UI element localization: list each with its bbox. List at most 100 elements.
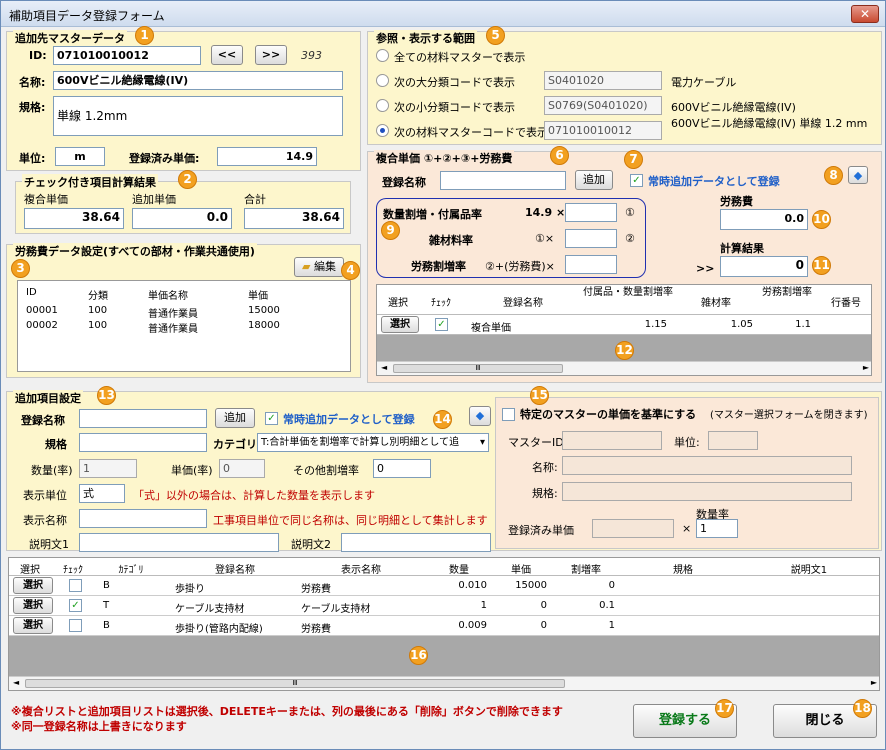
compound-grid-row[interactable]: 選択 ✓ 複合単価 1.15 1.05 1.1 [377,315,871,335]
qty-field[interactable]: 1 [79,459,137,478]
desc1-field[interactable] [79,533,279,552]
radio-master-code[interactable] [376,124,389,137]
radio-all-master-label: 全ての材料マスターで表示 [394,51,526,64]
col-check: ﾁｪｯｸ [63,565,83,576]
row-rate: 1 [608,620,615,631]
special-price-field[interactable] [592,519,674,538]
disp-unit-field[interactable]: 式 [79,484,125,503]
rate3-field[interactable] [565,255,617,274]
compound-row-rate2: 1.05 [730,319,753,330]
row-checkbox[interactable] [69,579,82,592]
rate1-field[interactable] [565,203,617,222]
prev-button[interactable]: << [211,45,243,65]
radio-major-class[interactable] [376,74,389,87]
special-spec-label: 規格: [532,487,558,500]
special-price-label: 登録済み単価 [508,524,574,537]
compound-grid[interactable]: 選択 ﾁｪｯｸ 登録名称 付属品・数量割増率 雑材率 労務割増率 行番号 選択 … [376,284,872,376]
master-unit-field[interactable]: m [55,147,105,166]
compound-hscroll[interactable]: ◄ Ⅲ ► [377,361,871,375]
marker-10: 10 [812,210,831,229]
table-row[interactable]: 選択 ✓ T ケーブル支持材 ケーブル支持材 1 0 0.1 [9,596,879,616]
labor-cost-field[interactable]: 0.0 [720,209,808,230]
close-window-button[interactable]: ✕ [851,5,879,23]
radio-minor-class[interactable] [376,99,389,112]
chevron-down-icon[interactable]: ▾ [480,434,485,451]
next-button[interactable]: >> [255,45,287,65]
row-checkbox[interactable]: ✓ [69,599,82,612]
major-class-code-field[interactable]: S0401020 [544,71,662,90]
scroll-left-icon[interactable]: ◄ [13,678,19,687]
master-name-field[interactable]: 600Vビニル絶縁電線(IV) [53,71,343,90]
labor-cell: 00002 [26,320,58,331]
minor-class-code-field[interactable]: S0769(S0401020) [544,96,662,115]
category-select[interactable]: T:合計単価を割増率で計算し別明細として追 ▾ [257,433,489,452]
row-select-button[interactable]: 選択 [13,577,53,594]
scroll-thumb[interactable]: Ⅲ [25,679,565,688]
add-always-checkbox[interactable]: ✓ [265,412,278,425]
compound-price-value: 38.64 [24,208,124,229]
disp-name-field[interactable] [79,509,207,528]
table-row[interactable]: 選択 B 歩掛り(管路内配線) 労務費 0.009 0 1 [9,616,879,636]
add-reg-name-field[interactable] [79,409,207,428]
col-select: 選択 [388,298,408,309]
items-grid-body: 選択 B 歩掛り 労務費 0.010 15000 0 選択 ✓ T ケーブル支持… [9,576,879,636]
master-code-field[interactable]: 071010010012 [544,121,662,140]
special-spec-field[interactable] [562,482,852,501]
eraser-icon[interactable]: ◆ [848,166,868,184]
special-unit-label: 単位: [674,436,700,449]
marker-14: 14 [433,410,452,429]
scroll-right-icon[interactable]: ► [863,363,869,372]
compound-add-button[interactable]: 追加 [575,170,613,190]
scroll-left-icon[interactable]: ◄ [381,363,387,372]
unit-price-field[interactable]: 0 [219,459,265,478]
scroll-right-icon[interactable]: ► [871,678,877,687]
labor-edit-button[interactable]: ▰ 編集 [294,257,344,277]
compound-price-header: 複合単価 [24,193,68,206]
radio-all-master[interactable] [376,49,389,62]
special-master-checkbox[interactable] [502,408,515,421]
reference-range-group: 参照・表示する範囲 5 全ての材料マスターで表示 次の大分類コードで表示 S04… [367,26,882,145]
master-spec-field[interactable]: 単線 1.2mm [53,96,343,136]
col-select: 選択 [20,565,40,576]
compound-row-checkbox[interactable]: ✓ [435,318,448,331]
title-bar: 補助項目データ登録フォーム ✕ [1,1,885,27]
delete-note: ※複合リストと追加項目リストは選択後、DELETEキーまたは、列の最後にある「削… [11,705,563,718]
compound-always-checkbox[interactable]: ✓ [630,174,643,187]
row-reg-name: 歩掛り(管路内配線) [175,624,263,635]
row-checkbox[interactable] [69,619,82,632]
spec-label: 規格: [19,101,46,114]
compound-row-select-button[interactable]: 選択 [381,316,419,333]
marker-16: 16 [409,646,428,665]
compound-grid-header: 選択 ﾁｪｯｸ 登録名称 付属品・数量割増率 雑材率 労務割増率 行番号 [377,285,871,315]
row-select-button[interactable]: 選択 [13,617,53,634]
eraser-icon[interactable]: ◆ [469,406,491,426]
row-select-button[interactable]: 選択 [13,597,53,614]
rate3-base: ②+(労務費)× [485,260,555,273]
items-hscroll[interactable]: ◄ Ⅲ ► [9,676,879,690]
special-name-field[interactable] [562,456,852,475]
desc2-field[interactable] [341,533,491,552]
table-row[interactable]: 選択 B 歩掛り 労務費 0.010 15000 0 [9,576,879,596]
special-unit-field[interactable] [708,431,758,450]
labor-grid[interactable]: ID 分類 単価名称 単価 00001 100 普通作業員 15000 0000… [17,280,351,372]
add-spec-field[interactable] [79,433,207,452]
qty-rate-field[interactable]: 1 [696,519,738,538]
rate1-label: 数量割増・付属品率 [383,208,482,221]
labor-cell: 普通作業員 [148,309,198,320]
add-item-button[interactable]: 追加 [215,408,255,428]
items-grid[interactable]: 選択 ﾁｪｯｸ ｶﾃｺﾞﾘ 登録名称 表示名称 数量 単価 割増率 規格 説明文… [8,557,880,691]
master-id-field[interactable]: 071010010012 [53,46,201,65]
col-category: ｶﾃｺﾞﾘ [118,565,144,576]
id-label: ID: [29,49,47,62]
row-reg-name: 歩掛り [175,584,205,595]
registered-price-field[interactable]: 14.9 [217,147,317,166]
special-master-id-field[interactable] [562,431,662,450]
scroll-thumb[interactable]: Ⅲ [393,364,563,373]
rate2-field[interactable] [565,229,617,248]
compound-reg-name-field[interactable] [440,171,566,190]
other-rate-field[interactable]: 0 [373,459,431,478]
window: 補助項目データ登録フォーム ✕ 追加先マスターデータ 1 ID: 0710100… [0,0,886,750]
overwrite-note: ※同一登録名称は上書きになります [11,720,187,733]
col-rate: 割増率 [571,565,601,576]
marker-9: 9 [381,221,400,240]
